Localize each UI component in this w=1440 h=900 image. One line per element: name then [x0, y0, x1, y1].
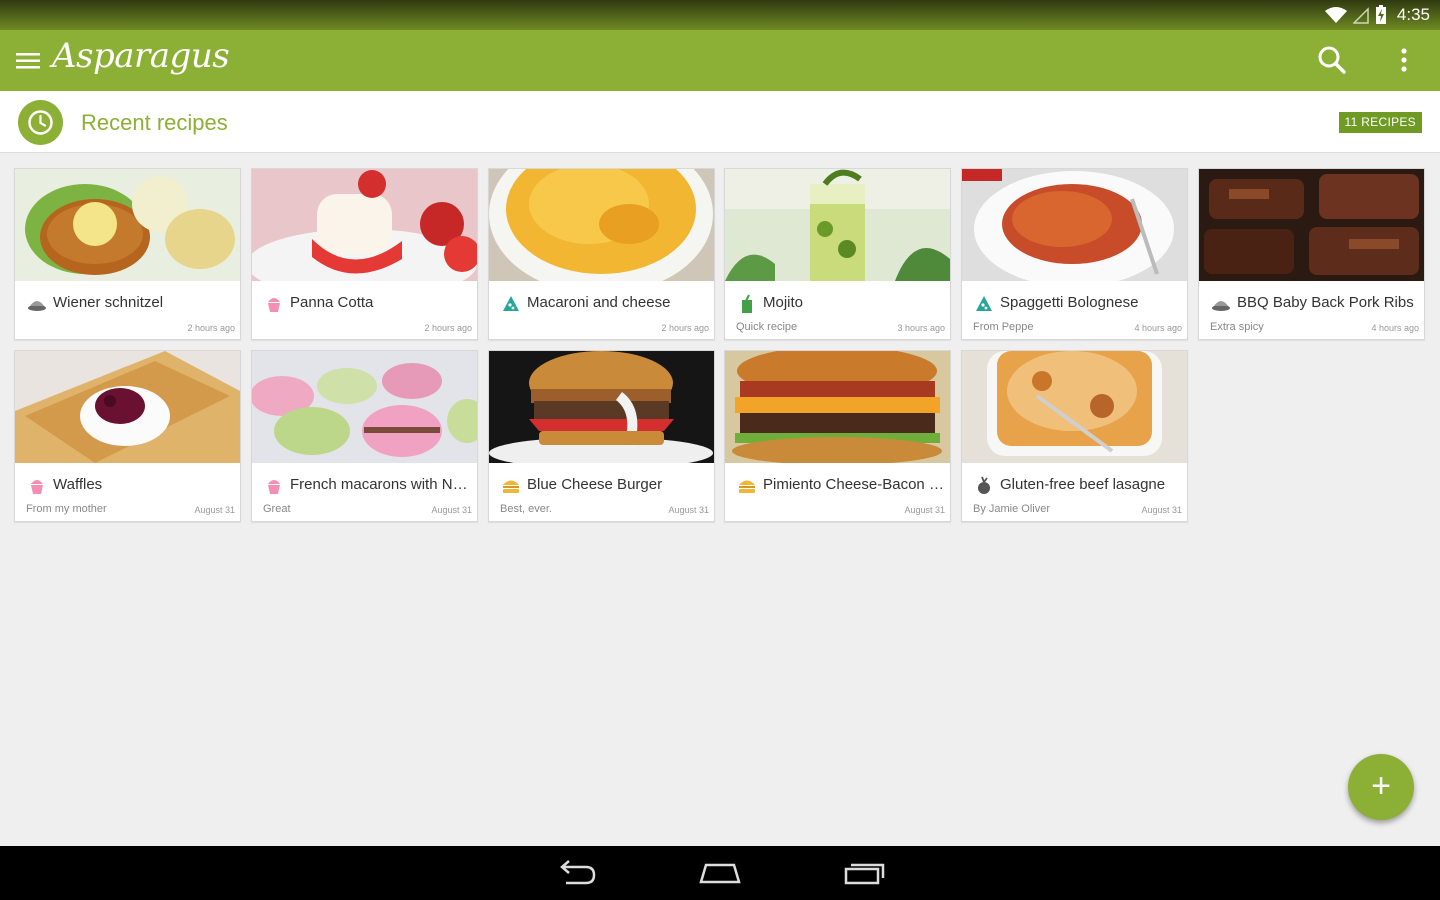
pizza-slice-icon	[976, 296, 992, 311]
search-button[interactable]	[1314, 42, 1350, 78]
recipe-time: 4 hours ago	[1371, 323, 1419, 333]
recipe-image	[489, 169, 714, 281]
recipe-card[interactable]: Macaroni and cheese 2 hours ago	[488, 168, 715, 340]
back-icon	[560, 860, 596, 885]
recipe-image	[15, 169, 240, 281]
recipe-subtitle: Great	[263, 503, 291, 515]
burger-icon	[503, 480, 519, 493]
recipe-subtitle: Quick recipe	[736, 321, 798, 333]
beet-icon	[978, 476, 990, 494]
wifi-icon	[1324, 7, 1347, 23]
status-time: 4:35	[1396, 5, 1430, 24]
recipe-time: August 31	[668, 505, 709, 515]
recipe-title: Panna Cotta	[290, 294, 374, 311]
clock-icon	[28, 110, 53, 135]
status-icons: 4:35	[1324, 4, 1430, 26]
add-recipe-button[interactable]: +	[1348, 754, 1414, 820]
signal-icon	[1352, 7, 1369, 24]
plus-icon: +	[1371, 767, 1391, 805]
recipe-image	[252, 169, 477, 281]
battery-charging-icon	[1375, 5, 1386, 24]
more-vert-icon	[1401, 48, 1407, 72]
app-bar: Asparagus	[0, 30, 1440, 91]
roast-dish-icon	[1212, 301, 1230, 311]
recipe-card[interactable]: Waffles From my mother August 31	[14, 350, 241, 522]
recipe-subtitle: Extra spicy	[1210, 321, 1264, 333]
recipe-title: Gluten-free beef lasagne	[1000, 476, 1166, 493]
recipe-time: August 31	[194, 505, 235, 515]
recipe-time: August 31	[431, 505, 472, 515]
recipe-time: 2 hours ago	[187, 323, 235, 333]
section-title: Recent recipes	[81, 110, 228, 135]
home-icon	[699, 863, 741, 884]
recents-button[interactable]	[843, 856, 887, 890]
recipe-time: 3 hours ago	[897, 323, 945, 333]
recipe-title: Blue Cheese Burger	[527, 476, 663, 493]
recipe-card[interactable]: Spaggetti Bolognese From Peppe 4 hours a…	[961, 168, 1188, 340]
recipe-subtitle: From my mother	[26, 503, 107, 515]
recipe-title: French macarons with Nutella	[290, 476, 472, 493]
recipe-card[interactable]: Blue Cheese Burger Best, ever. August 31	[488, 350, 715, 522]
recipe-subtitle: Best, ever.	[500, 503, 552, 515]
menu-button[interactable]	[14, 49, 42, 73]
recipe-subtitle: From Peppe	[973, 321, 1034, 333]
home-button[interactable]	[698, 856, 742, 890]
recipe-time: 2 hours ago	[424, 323, 472, 333]
recipe-card[interactable]: Wiener schnitzel 2 hours ago	[14, 168, 241, 340]
recipe-title: Macaroni and cheese	[527, 294, 671, 311]
recipe-title: Wiener schnitzel	[53, 294, 164, 311]
cupcake-icon	[31, 480, 43, 494]
cupcake-icon	[268, 298, 280, 312]
recipe-image	[252, 351, 477, 463]
recipe-card[interactable]: Mojito Quick recipe 3 hours ago	[724, 168, 951, 340]
recipe-card[interactable]: BBQ Baby Back Pork Ribs Extra spicy 4 ho…	[1198, 168, 1425, 340]
burger-icon	[739, 480, 755, 493]
recipe-title: Waffles	[53, 476, 103, 493]
recipe-title: Pimiento Cheese-Bacon Burg...	[763, 476, 945, 493]
recipe-time: August 31	[904, 505, 945, 515]
recipe-card[interactable]: French macarons with Nutella Great Augus…	[251, 350, 478, 522]
recipe-time: 4 hours ago	[1134, 323, 1182, 333]
recipe-subtitle: By Jamie Oliver	[973, 503, 1051, 515]
system-nav-bar	[0, 846, 1440, 900]
roast-dish-icon	[28, 301, 46, 311]
cocktail-icon	[742, 294, 752, 313]
recipe-image	[15, 351, 240, 463]
cupcake-icon	[268, 480, 280, 494]
app-title: Asparagus	[52, 36, 230, 76]
recipe-card[interactable]: Pimiento Cheese-Bacon Burg... August 31	[724, 350, 951, 522]
status-bar: 4:35	[0, 0, 1440, 30]
recipe-card[interactable]: Gluten-free beef lasagne By Jamie Oliver…	[961, 350, 1188, 522]
clock-badge	[18, 100, 63, 145]
recipe-image	[725, 169, 950, 281]
recipe-image	[962, 351, 1187, 463]
hamburger-icon	[16, 53, 40, 69]
back-button[interactable]	[554, 856, 598, 890]
recipe-title: Mojito	[763, 294, 804, 311]
recipe-count-badge: 11 RECIPES	[1338, 112, 1422, 133]
recipe-time: 2 hours ago	[661, 323, 709, 333]
recipe-title: Spaggetti Bolognese	[1000, 294, 1139, 311]
section-header: Recent recipes 11 RECIPES	[0, 91, 1440, 153]
pizza-slice-icon	[503, 296, 519, 311]
recipe-image	[1199, 169, 1424, 281]
overflow-menu-button[interactable]	[1390, 42, 1418, 78]
recipe-card[interactable]: Panna Cotta 2 hours ago	[251, 168, 478, 340]
recipe-image	[489, 351, 714, 463]
recipe-image	[725, 351, 950, 463]
recents-icon	[844, 863, 885, 885]
recipe-image	[962, 169, 1187, 281]
recipe-title: BBQ Baby Back Pork Ribs	[1237, 294, 1414, 311]
search-icon	[1318, 46, 1346, 74]
recipe-time: August 31	[1141, 505, 1182, 515]
